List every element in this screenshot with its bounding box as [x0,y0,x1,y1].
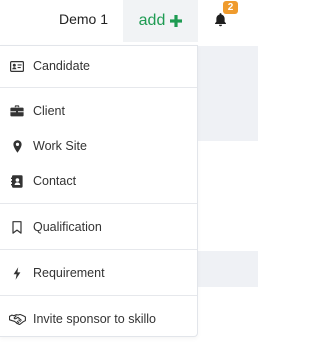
background-panel [196,46,258,141]
menu-item-label: Contact [33,174,77,188]
menu-item-requirement[interactable]: Requirement [0,258,197,288]
menu-divider [0,87,197,88]
menu-divider [0,203,197,204]
bookmark-icon [12,220,22,234]
background-panel [196,251,258,287]
menu-item-label: Client [33,104,65,118]
user-menu[interactable]: Demo 1 [59,11,108,27]
menu-item-label: Work Site [33,139,87,153]
map-marker-icon [12,139,22,153]
page: Demo 1 add 2 Candidate Client Work Site … [0,0,258,343]
menu-divider [0,295,197,296]
menu-item-client[interactable]: Client [0,96,197,126]
menu-item-contact[interactable]: Contact [0,166,197,196]
briefcase-icon [10,105,24,117]
address-book-icon [11,174,23,188]
menu-item-work-site[interactable]: Work Site [0,131,197,161]
notification-count-badge: 2 [223,1,238,14]
handshake-icon [8,313,26,325]
menu-item-candidate[interactable]: Candidate [0,51,197,81]
add-dropdown-menu: Candidate Client Work Site Contact Quali… [0,45,198,337]
menu-item-label: Candidate [33,59,90,73]
menu-item-label: Requirement [33,266,105,280]
bell-icon [215,13,226,27]
plus-icon [170,15,183,27]
menu-item-label: Qualification [33,220,102,234]
add-button[interactable]: add [123,0,198,42]
bolt-icon [13,266,21,280]
menu-item-qualification[interactable]: Qualification [0,212,197,242]
menu-item-invite-sponsor[interactable]: Invite sponsor to skillo [0,304,197,334]
menu-divider [0,249,197,250]
id-card-icon [10,60,24,72]
top-navbar: Demo 1 add 2 [0,0,258,42]
add-button-label: add [138,12,166,29]
menu-item-label: Invite sponsor to skillo [33,312,156,326]
